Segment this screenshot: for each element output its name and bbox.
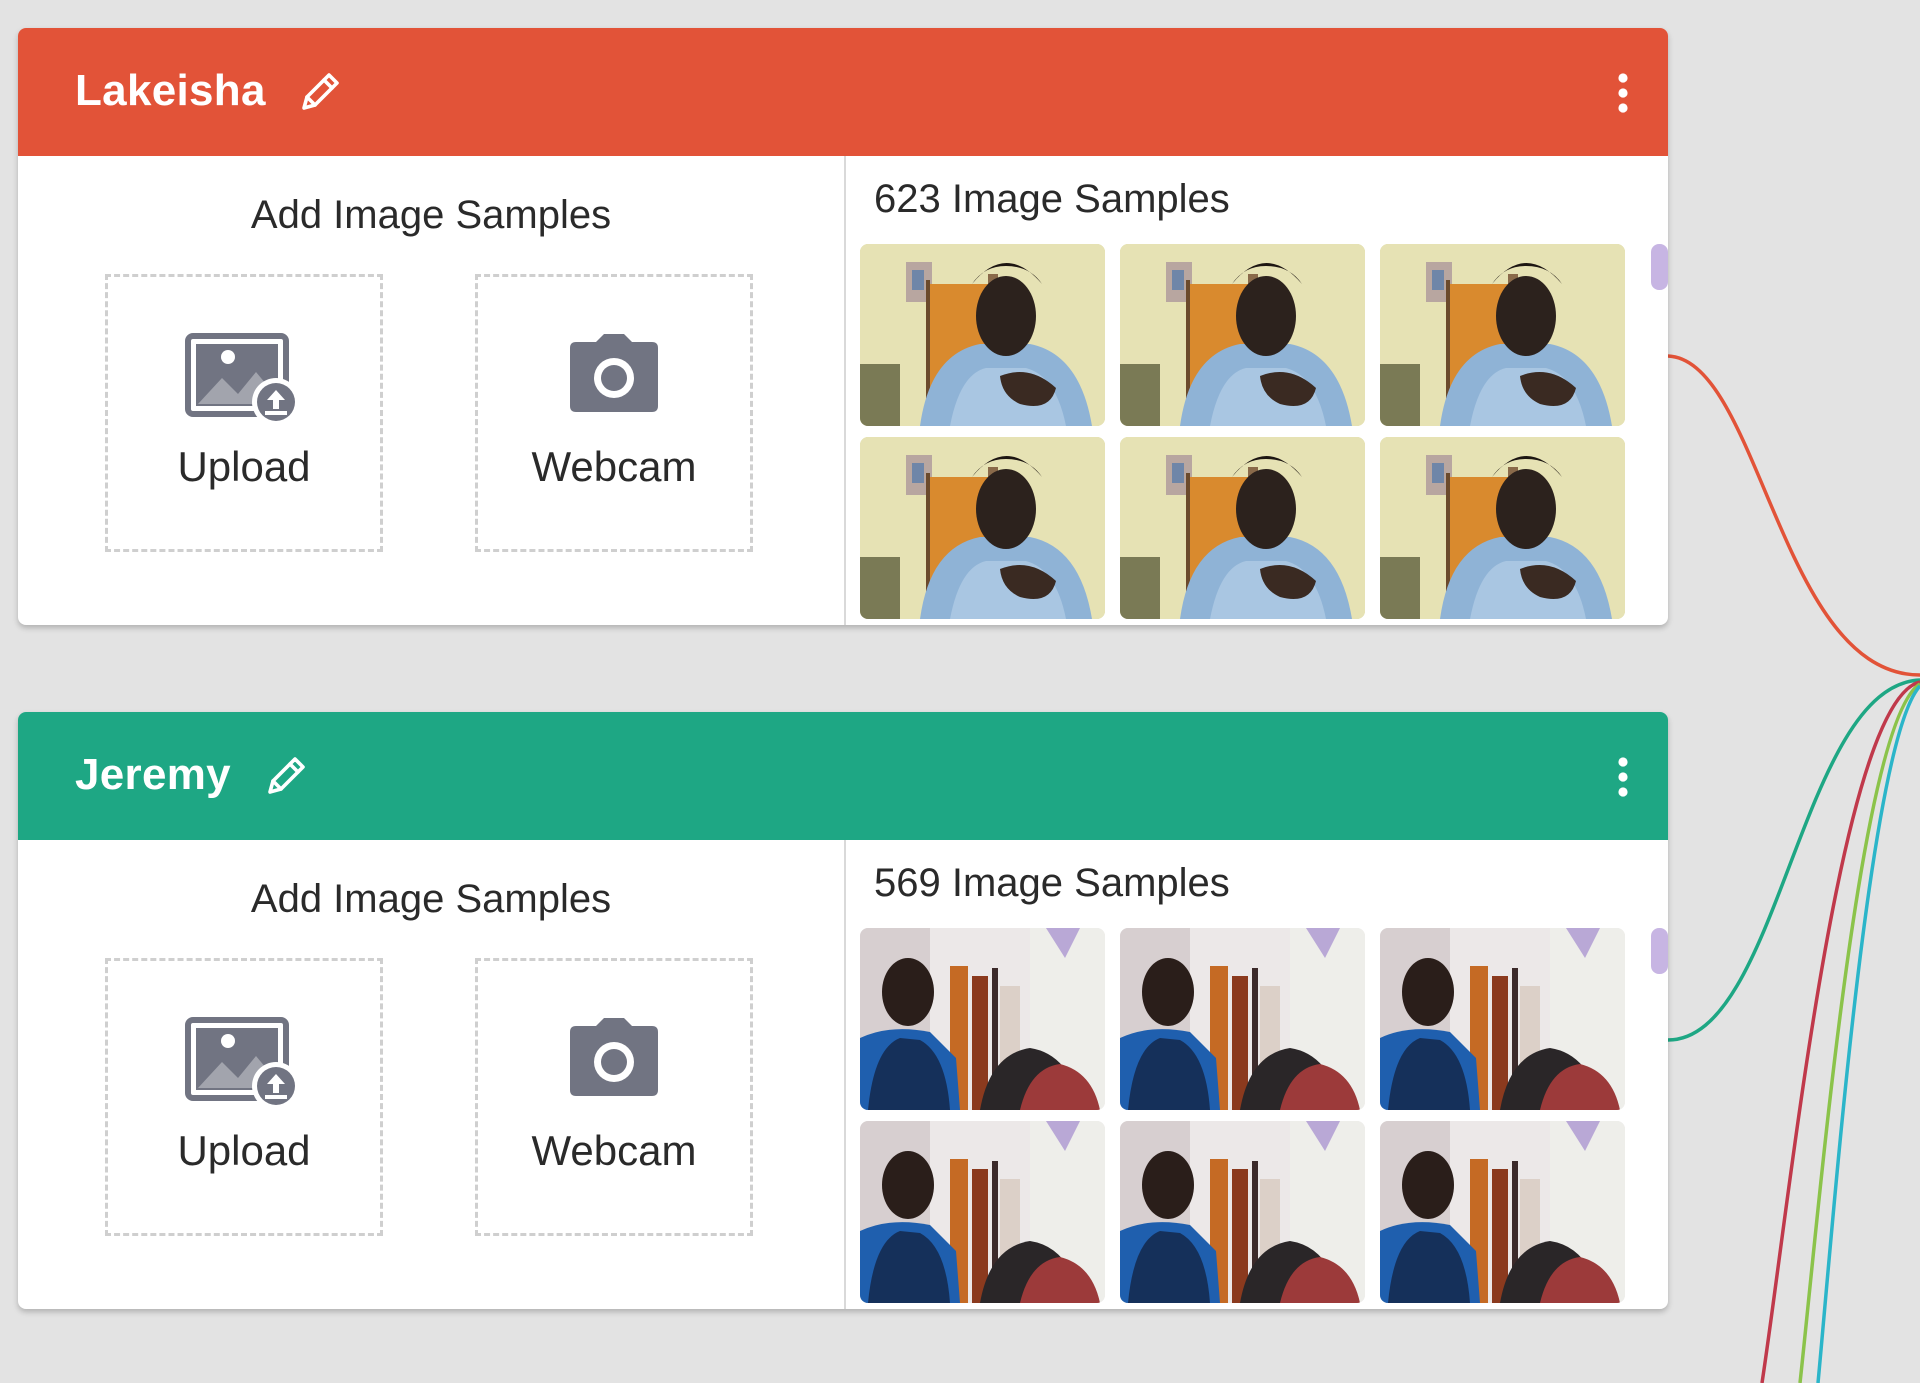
sample-thumbnail[interactable] <box>860 437 1105 619</box>
sample-thumbnail[interactable] <box>1380 437 1625 619</box>
sample-thumbnail[interactable] <box>1380 928 1625 1110</box>
sample-count: 623 Image Samples <box>874 177 1230 221</box>
class-options-button[interactable] <box>1600 68 1646 118</box>
class-name: Jeremy <box>75 750 231 799</box>
class-body: Add Image Samples <box>18 156 1668 625</box>
edit-class-name-button[interactable] <box>292 64 348 120</box>
training-canvas: Lakeisha Add Image Samples Upload Webcam… <box>0 0 1920 1383</box>
samples-panel: 623 Image Samples <box>846 156 1668 625</box>
image-upload-icon <box>185 333 300 426</box>
wire-jeremy <box>1667 678 1920 1042</box>
upload-label: Upload <box>177 1127 311 1174</box>
sample-thumbnail[interactable] <box>1120 437 1365 619</box>
class-name: Lakeisha <box>75 66 266 115</box>
pencil-icon <box>302 73 339 110</box>
more-vertical-icon <box>1618 757 1628 797</box>
sample-thumbnail[interactable] <box>860 244 1105 426</box>
camera-icon <box>570 1018 658 1096</box>
sample-thumbnail[interactable] <box>860 928 1105 1110</box>
webcam-label: Webcam <box>531 1127 697 1174</box>
sample-thumbnail[interactable] <box>860 1121 1105 1303</box>
class-header: Jeremy <box>18 712 1668 840</box>
wire-class-3 <box>1760 680 1920 1383</box>
sample-thumbnail[interactable] <box>1120 928 1365 1110</box>
samples-panel: 569 Image Samples <box>846 840 1668 1309</box>
upload-label: Upload <box>177 443 311 490</box>
wire-class-5 <box>1816 684 1920 1383</box>
wire-lakeisha <box>1667 354 1920 677</box>
webcam-label: Webcam <box>531 443 697 490</box>
sample-thumbnail[interactable] <box>1380 244 1625 426</box>
class-card-jeremy: Jeremy Add Image Samples Upload Webcam 5… <box>18 712 1668 1309</box>
sample-thumbnail[interactable] <box>1380 1121 1625 1303</box>
webcam-button[interactable]: Webcam <box>475 958 753 1236</box>
sample-thumbnail[interactable] <box>1120 244 1365 426</box>
samples-scrollbar[interactable] <box>1651 928 1668 974</box>
pencil-icon <box>268 757 305 794</box>
class-card-lakeisha: Lakeisha Add Image Samples Upload Webcam… <box>18 28 1668 625</box>
upload-button[interactable]: Upload <box>105 958 383 1236</box>
image-upload-icon <box>185 1017 300 1110</box>
class-body: Add Image Samples <box>18 840 1668 1309</box>
sample-count: 569 Image Samples <box>874 861 1230 905</box>
class-header: Lakeisha <box>18 28 1668 156</box>
edit-class-name-button[interactable] <box>258 748 314 804</box>
add-samples-title: Add Image Samples <box>250 877 612 921</box>
class-options-button[interactable] <box>1600 752 1646 802</box>
add-samples-title: Add Image Samples <box>250 193 612 237</box>
more-vertical-icon <box>1618 73 1628 113</box>
add-samples-panel: Add Image Samples Upload Webcam <box>18 156 846 625</box>
upload-button[interactable]: Upload <box>105 274 383 552</box>
add-samples-panel: Add Image Samples Upload Webcam <box>18 840 846 1309</box>
samples-scrollbar[interactable] <box>1651 244 1668 290</box>
wire-class-4 <box>1798 682 1920 1383</box>
camera-icon <box>570 334 658 412</box>
webcam-button[interactable]: Webcam <box>475 274 753 552</box>
sample-thumbnail[interactable] <box>1120 1121 1365 1303</box>
